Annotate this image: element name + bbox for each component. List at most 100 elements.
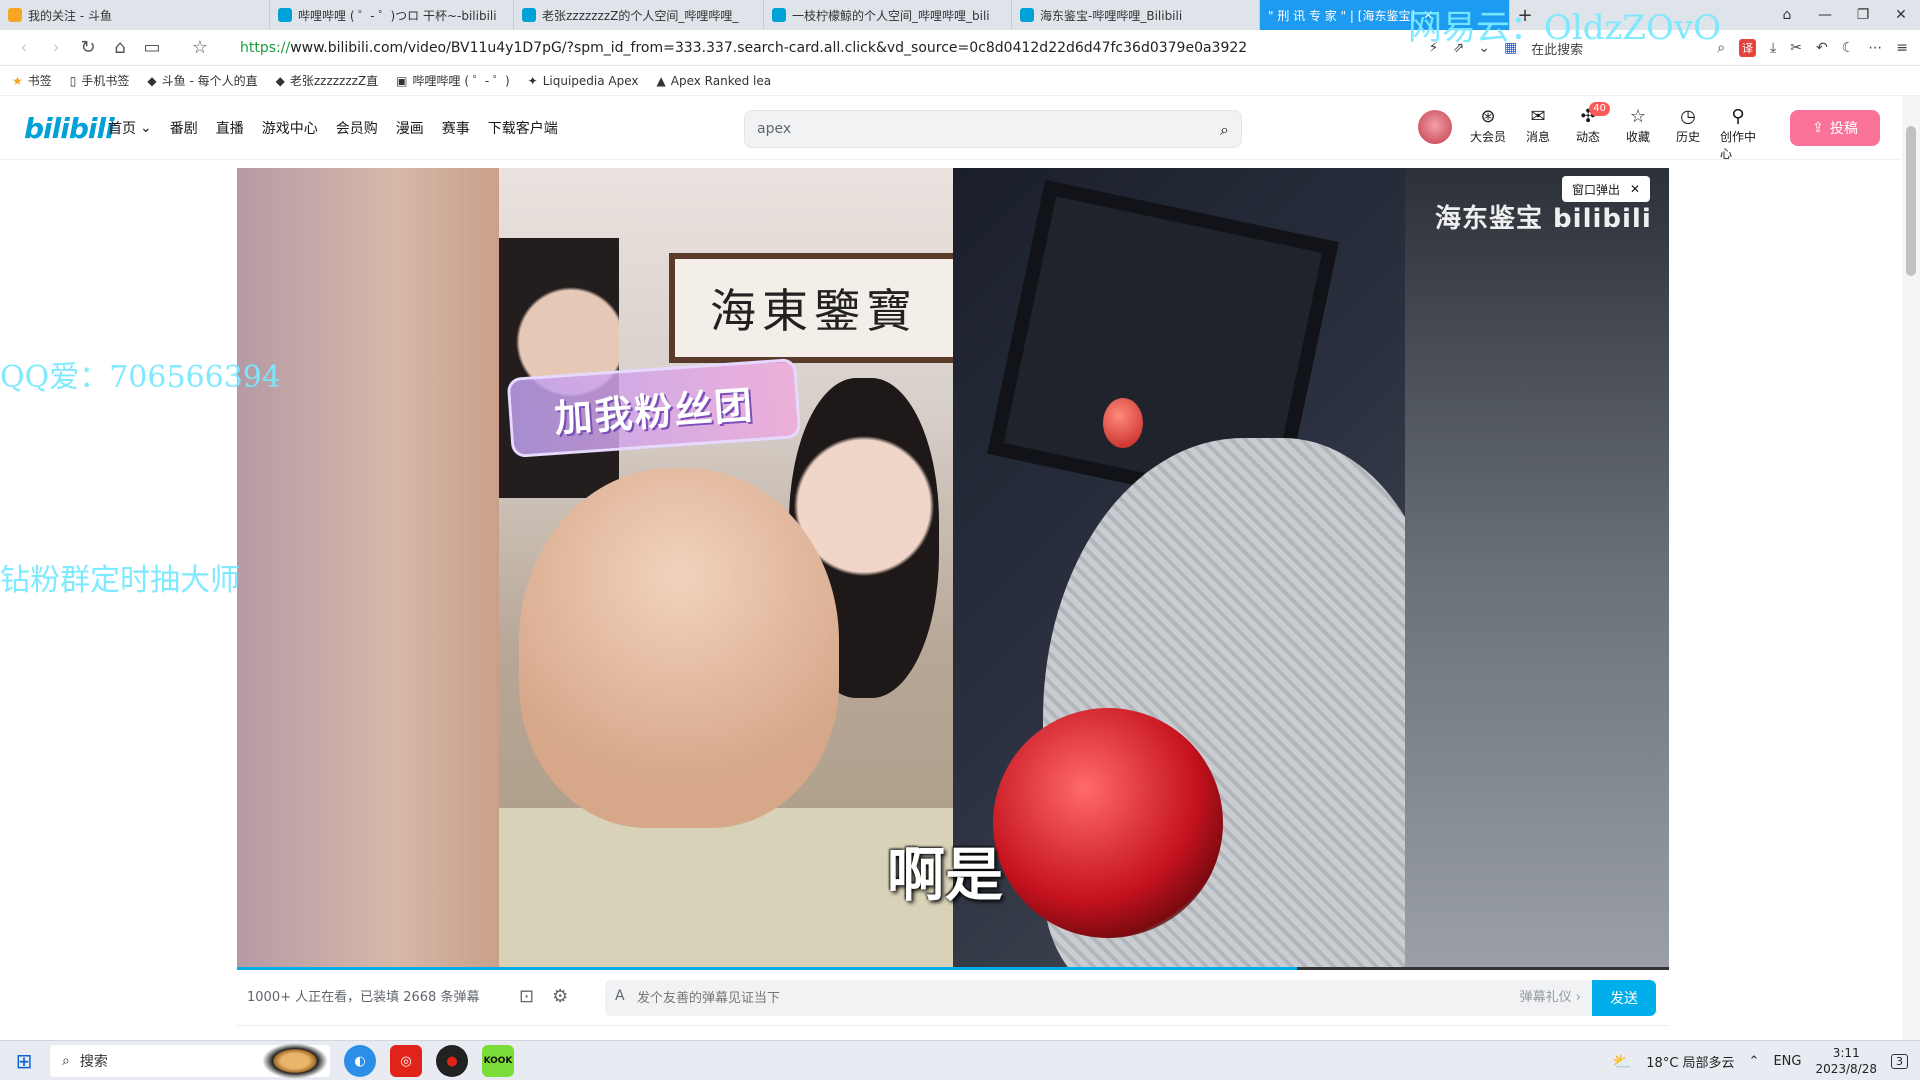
- shirt-shape: [499, 808, 953, 970]
- bookmark-item[interactable]: ◆ 老张zzzzzzzZ直: [276, 72, 379, 89]
- danmaku-etiquette-link[interactable]: 弹幕礼仪 ›: [1520, 980, 1581, 1016]
- nav-link[interactable]: 首页: [108, 118, 136, 138]
- viewer-count: 1000+ 人正在看，已装填 2668 条弹幕: [247, 990, 480, 1005]
- translate-icon[interactable]: 译: [1739, 39, 1757, 57]
- bookmark-item[interactable]: ▣ 哔哩哔哩 ( ゜- ゜): [396, 72, 509, 89]
- window-controls: ⌂ — ❐ ✕: [1768, 0, 1920, 30]
- nav-link[interactable]: 下载客户端: [488, 118, 558, 138]
- bookmark-item[interactable]: ★ 书签: [12, 72, 52, 89]
- browser-tab[interactable]: 我的关注 - 斗鱼: [0, 0, 270, 30]
- tab-label: 海东鉴宝-哔哩哔哩_Bilibili: [1040, 8, 1183, 23]
- netease-music-icon[interactable]: ◎: [390, 1045, 422, 1077]
- user-nav-item[interactable]: ⊛ 大会员: [1470, 106, 1506, 162]
- url-field[interactable]: https://www.bilibili.com/video/BV11u4y1D…: [240, 30, 1247, 66]
- user-nav-item[interactable]: ✣ 动态 40: [1570, 102, 1610, 162]
- wall-plaque: 海東鑒寶: [669, 253, 959, 363]
- nav-link[interactable]: 赛事: [442, 118, 470, 138]
- browser-tab[interactable]: 一枝柠檬鲸的个人空间_哔哩哔哩_bili: [764, 0, 1012, 30]
- notification-badge: 40: [1589, 102, 1610, 116]
- chevron-down-icon[interactable]: ⌄: [140, 120, 152, 136]
- danmaku-input[interactable]: [637, 980, 1457, 1016]
- popout-button[interactable]: 窗口弹出 ✕: [1562, 176, 1651, 202]
- back-icon[interactable]: ‹: [8, 32, 40, 64]
- more-icon[interactable]: ⋯: [1868, 40, 1882, 56]
- user-nav: ⊛ 大会员 ✉ 消息 ✣ 动态 40 ☆ 收藏 ◷ 历史 ⚲ 创作中心: [1470, 102, 1756, 162]
- douyu-icon: [8, 8, 22, 22]
- tab-label: 我的关注 - 斗鱼: [28, 8, 112, 23]
- reader-icon[interactable]: ▭: [136, 32, 168, 64]
- star-icon[interactable]: ☆: [184, 32, 216, 64]
- bilibili-logo[interactable]: bilibili: [24, 112, 115, 145]
- tshirt-icon[interactable]: ⌂: [1768, 0, 1806, 30]
- user-nav-icon: ⚲: [1731, 106, 1745, 127]
- browser-tab[interactable]: 海东鉴宝-哔哩哔哩_Bilibili: [1012, 0, 1260, 30]
- search-icon[interactable]: ⌕: [1220, 120, 1229, 140]
- close-window-icon[interactable]: ✕: [1882, 0, 1920, 30]
- bookmark-label: Liquipedia Apex: [542, 73, 639, 88]
- search-box: ⌕: [744, 110, 1242, 148]
- danmaku-settings-icon[interactable]: ⚙: [552, 986, 568, 1007]
- nav-link[interactable]: 会员购: [336, 118, 378, 138]
- bookmark-icon: ◆: [147, 73, 157, 88]
- browser-tab[interactable]: 老张zzzzzzzZ的个人空间_哔哩哔哩_: [514, 0, 764, 30]
- home-icon[interactable]: ⌂: [104, 32, 136, 64]
- bilibili-tab-icon: [278, 8, 292, 22]
- reload-icon[interactable]: ↻: [72, 32, 104, 64]
- avatar[interactable]: [1418, 110, 1452, 144]
- search-icon: ⌕: [62, 1053, 70, 1069]
- user-nav-label: 历史: [1675, 130, 1700, 144]
- url-text: www.bilibili.com/video/BV11u4y1D7pG/?spm…: [290, 40, 1248, 56]
- nav-link[interactable]: 漫画: [396, 118, 424, 138]
- nav-link[interactable]: 直播: [216, 118, 244, 138]
- windows-taskbar: ⊞ ⌕ 搜索 ◐ ◎ ● KOOK ⛅ 18°C 局部多云 ⌃ ENG 3:11…: [0, 1040, 1920, 1080]
- bookmark-item[interactable]: ◆ 斗鱼 - 每个人的直: [147, 72, 257, 89]
- font-style-icon[interactable]: A: [615, 988, 625, 1004]
- bookmark-item[interactable]: ✦ Liquipedia Apex: [528, 74, 639, 88]
- tab-label: 哔哩哔哩 ( ゜- ゜)つロ 干杯~-bilibili: [298, 8, 497, 23]
- restore-icon[interactable]: ❐: [1844, 0, 1882, 30]
- bookmark-label: 老张zzzzzzzZ直: [289, 74, 379, 88]
- weather-text[interactable]: 18°C 局部多云: [1646, 1052, 1734, 1071]
- send-button[interactable]: 发送: [1592, 980, 1656, 1016]
- user-nav-item[interactable]: ◷ 历史: [1670, 106, 1706, 162]
- bookmark-icon: ▣: [396, 73, 408, 88]
- upload-button[interactable]: ⇪ 投稿: [1790, 110, 1880, 146]
- undo-icon[interactable]: ↶: [1816, 40, 1828, 56]
- danmaku-bar: 1000+ 人正在看，已装填 2668 条弹幕 ⊡ ⚙ A 弹幕礼仪 › 发送: [237, 970, 1669, 1026]
- upload-icon: ⇪: [1812, 120, 1824, 136]
- browser-tab[interactable]: 哔哩哔哩 ( ゜- ゜)つロ 干杯~-bilibili: [270, 0, 514, 30]
- minimize-icon[interactable]: —: [1806, 0, 1844, 30]
- bookmark-label: 斗鱼 - 每个人的直: [161, 74, 258, 88]
- video-player[interactable]: 海東鑒寶 加我粉丝团 海东鉴宝 bilibili 窗口弹出 ✕ 啊是: [237, 168, 1669, 970]
- scissors-icon[interactable]: ✂: [1790, 40, 1802, 56]
- menu-icon[interactable]: ≡: [1896, 40, 1908, 56]
- notification-icon[interactable]: 3: [1891, 1053, 1908, 1069]
- nav-link[interactable]: 番剧: [170, 118, 198, 138]
- search-input[interactable]: [757, 111, 1197, 147]
- nav-link[interactable]: 游戏中心: [262, 118, 318, 138]
- moon-icon[interactable]: ☾: [1842, 40, 1855, 56]
- game-app-icon[interactable]: ●: [436, 1045, 468, 1077]
- page-scrollbar[interactable]: [1902, 96, 1920, 1040]
- user-nav-item[interactable]: ☆ 收藏: [1620, 106, 1656, 162]
- user-nav-item[interactable]: ✉ 消息: [1520, 106, 1556, 162]
- weather-icon: ⛅: [1612, 1051, 1633, 1071]
- download-icon[interactable]: ⤓: [1770, 40, 1776, 56]
- system-tray: ⛅ 18°C 局部多云 ⌃ ENG 3:11 2023/8/28 3: [1612, 1041, 1908, 1081]
- user-nav-item[interactable]: ⚲ 创作中心: [1720, 106, 1756, 162]
- browser-app-icon[interactable]: ◐: [344, 1045, 376, 1077]
- scrollbar-thumb[interactable]: [1906, 126, 1916, 276]
- bookmark-label: Apex Ranked lea: [670, 73, 772, 88]
- forward-icon[interactable]: ›: [40, 32, 72, 64]
- clock[interactable]: 3:11 2023/8/28: [1815, 1045, 1877, 1077]
- bookmark-item[interactable]: ▯ 手机书签: [70, 72, 130, 89]
- language-indicator[interactable]: ENG: [1773, 1054, 1801, 1069]
- windows-start-icon[interactable]: ⊞: [0, 1041, 48, 1081]
- chevron-up-icon[interactable]: ⌃: [1749, 1054, 1760, 1069]
- kook-app-icon[interactable]: KOOK: [482, 1045, 514, 1077]
- video-frame-jewelry: [953, 168, 1443, 970]
- main-nav: 首页 ⌄ 番剧 直播 游戏中心 会员购 漫画 赛事 下载客户端: [108, 96, 558, 160]
- bookmark-item[interactable]: ▲ Apex Ranked lea: [657, 74, 772, 88]
- close-icon[interactable]: ✕: [1630, 182, 1640, 196]
- danmaku-toggle-icon[interactable]: ⊡: [519, 986, 534, 1007]
